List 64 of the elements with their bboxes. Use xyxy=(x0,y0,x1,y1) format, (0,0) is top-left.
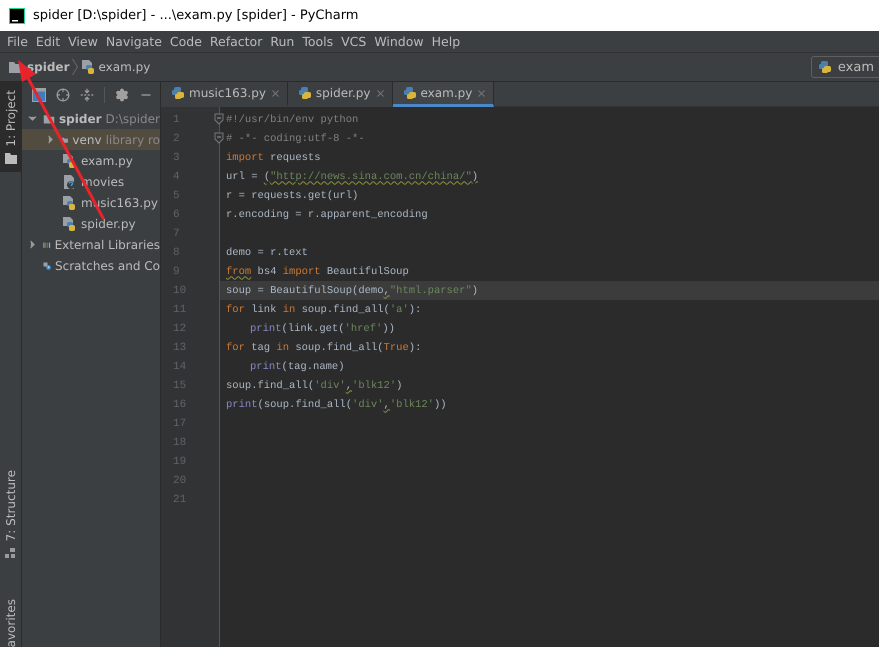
app-logo-icon xyxy=(9,8,25,24)
tree-item-label: spider.py xyxy=(81,216,136,230)
tree-item-label: exam.py xyxy=(81,154,133,168)
python-file-icon xyxy=(61,194,77,210)
settings-icon[interactable] xyxy=(115,88,129,102)
close-icon[interactable] xyxy=(374,88,386,98)
menu-item[interactable]: Code xyxy=(166,34,206,49)
menu-item[interactable]: File xyxy=(3,34,32,49)
tree-item-label: External Libraries xyxy=(54,238,160,252)
code-line: r = requests.get(url) xyxy=(225,188,360,204)
breadcrumb[interactable]: exam.py xyxy=(80,59,150,75)
run-config-button[interactable]: exam xyxy=(810,56,879,78)
menu-item[interactable]: Tools xyxy=(298,34,338,49)
menu-item[interactable]: VCS xyxy=(337,34,370,49)
tree-item[interactable]: venv library ro xyxy=(22,129,160,150)
fold-marker-icon[interactable] xyxy=(214,132,224,144)
editor-tab[interactable]: exam.py xyxy=(392,82,494,107)
tree-item-label: venv xyxy=(72,132,102,146)
folder-icon xyxy=(4,152,16,164)
tool-window-tab[interactable]: 1: Project xyxy=(0,82,21,172)
python-icon xyxy=(402,86,416,100)
code-line: print(tag.name) xyxy=(249,360,346,374)
tree-item-label: Scratches and Co xyxy=(55,258,160,272)
menu-item[interactable]: Refactor xyxy=(206,34,266,49)
code-line: for tag in soup.find_all(True): xyxy=(225,340,422,356)
tree-item-label: spider xyxy=(59,112,102,126)
collapse-all-icon[interactable] xyxy=(80,88,94,102)
code-line: # -*- coding:utf-8 -*- xyxy=(225,132,366,146)
window-title: spider [D:\spider] - ...\exam.py [spider] - PyCharm xyxy=(33,8,358,23)
python-icon xyxy=(298,86,312,100)
python-icon xyxy=(171,86,185,100)
menu-item[interactable]: Edit xyxy=(32,34,64,49)
tool-window-tab[interactable]: avorites xyxy=(0,590,21,647)
code-line: for link in soup.find_all('a'): xyxy=(225,302,422,318)
code-line: demo = r.text xyxy=(225,246,309,260)
unknown-file-icon xyxy=(61,174,77,190)
code-line: import requests xyxy=(225,150,322,166)
editor-tab[interactable]: music163.py xyxy=(161,82,288,107)
code-line: from bs4 import BeautifulSoup xyxy=(225,264,410,280)
python-file-icon xyxy=(61,152,77,168)
code-line: soup.find_all('div','blk12') xyxy=(225,378,404,394)
code-line: #!/usr/bin/env python xyxy=(225,112,360,128)
structure-icon xyxy=(5,548,16,559)
python-file-icon xyxy=(61,216,77,232)
python-icon xyxy=(818,60,832,74)
menu-item[interactable]: Navigate xyxy=(102,34,166,49)
menu-item[interactable]: View xyxy=(64,34,102,49)
fold-marker-icon[interactable] xyxy=(214,113,224,125)
code-line: print(soup.find_all('div','blk12')) xyxy=(225,398,448,412)
tool-window-tab[interactable]: 7: Structure xyxy=(0,462,21,567)
menu-item[interactable]: Run xyxy=(266,34,298,49)
locate-icon[interactable] xyxy=(56,88,70,102)
path-hint: D:\spider xyxy=(106,112,160,126)
editor-tab[interactable]: spider.py xyxy=(288,82,392,107)
code-line: print(link.get('href')) xyxy=(249,322,396,336)
close-icon[interactable] xyxy=(476,88,488,98)
code-line: url = ("http://news.sina.com.cn/china/") xyxy=(225,170,480,184)
python-file-icon xyxy=(80,59,96,75)
menu-item[interactable]: Window xyxy=(370,34,428,49)
code-line: r.encoding = r.apparent_encoding xyxy=(225,208,429,222)
close-icon[interactable] xyxy=(270,88,281,98)
breadcrumb-separator-icon xyxy=(72,58,78,76)
menu-item[interactable]: Help xyxy=(428,34,464,49)
path-hint: library ro xyxy=(106,132,160,146)
